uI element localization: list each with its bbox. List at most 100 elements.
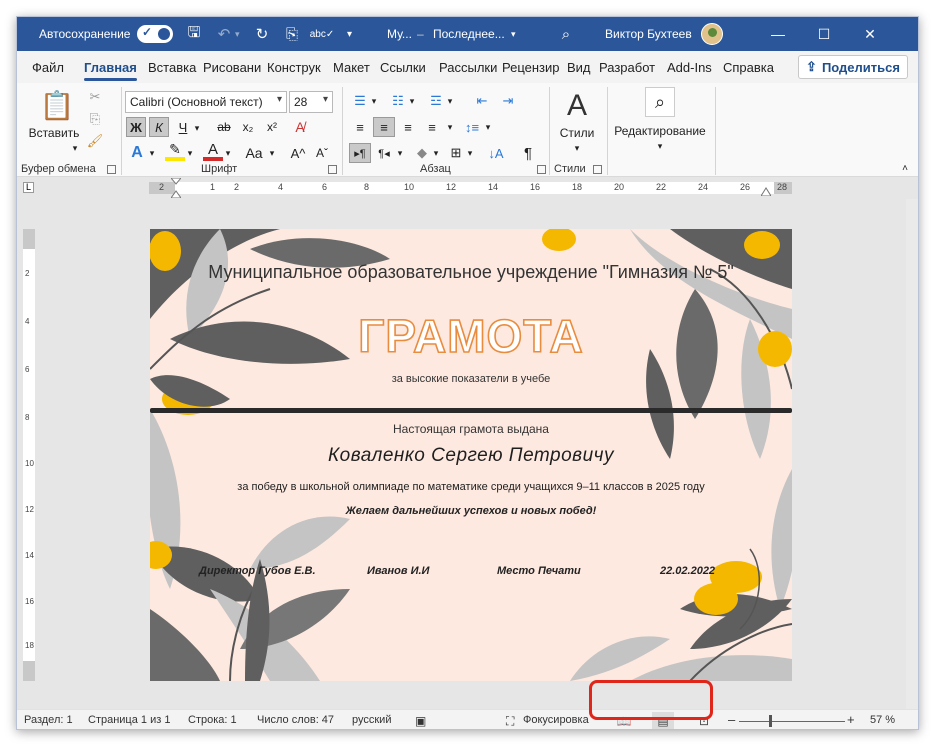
undo-dropdown[interactable]: ▾ bbox=[235, 17, 240, 51]
styles-label[interactable]: Стили bbox=[553, 125, 601, 141]
grow-font-button[interactable]: A^ bbox=[287, 143, 309, 163]
bullets-button[interactable]: ☰ bbox=[349, 91, 371, 111]
subscript-button[interactable]: x₂ bbox=[237, 117, 259, 137]
styles-group-label: Стили bbox=[554, 163, 586, 175]
undo-button[interactable]: ↶ bbox=[213, 17, 235, 51]
paste-label[interactable]: Вставить bbox=[23, 125, 85, 141]
format-painter-qat-button[interactable]: ⎘ bbox=[281, 17, 303, 51]
format-painter-button[interactable]: 🖌 bbox=[85, 131, 105, 151]
shrink-font-button[interactable]: Aˇ bbox=[311, 143, 333, 163]
font-size-combo[interactable]: 28 ▾ bbox=[289, 91, 333, 113]
check-icon: ✓ bbox=[142, 25, 153, 39]
word-window: Автосохранение ✓ 🖫 ↶ ▾ ↻ ⎘ abc✓ ▾ Му... … bbox=[16, 16, 919, 730]
language-status[interactable]: русский bbox=[352, 714, 391, 726]
accessibility-icon[interactable]: ▣ bbox=[415, 714, 426, 728]
save-location[interactable]: Последнее... bbox=[433, 17, 505, 51]
editing-button[interactable]: ⌕ bbox=[645, 87, 675, 117]
zoom-slider-thumb[interactable] bbox=[769, 715, 772, 727]
tab-review[interactable]: Рецензир bbox=[502, 60, 560, 75]
tab-insert[interactable]: Вставка bbox=[148, 60, 196, 75]
copy-button[interactable]: ⎘ bbox=[85, 109, 105, 129]
cut-button[interactable]: ✂ bbox=[85, 87, 105, 107]
close-button[interactable]: ✕ bbox=[847, 17, 893, 51]
search-button[interactable]: ⌕ bbox=[555, 17, 577, 51]
redo-button[interactable]: ↻ bbox=[251, 17, 273, 51]
section-status[interactable]: Раздел: 1 bbox=[24, 714, 73, 726]
multilevel-list-button[interactable]: ☲ bbox=[425, 91, 447, 111]
page-status[interactable]: Страница 1 из 1 bbox=[88, 714, 170, 726]
tab-design[interactable]: Конструк bbox=[267, 60, 321, 75]
justify-button[interactable]: ≡ bbox=[421, 117, 443, 137]
document-title[interactable]: Му... bbox=[387, 17, 412, 51]
styles-launcher[interactable] bbox=[593, 165, 602, 174]
italic-button[interactable]: К bbox=[149, 117, 169, 137]
font-name-combo[interactable]: Calibri (Основной текст) ▾ bbox=[125, 91, 287, 113]
ltr-button[interactable]: ▸¶ bbox=[349, 143, 371, 163]
borders-button[interactable]: ⊞ bbox=[445, 143, 467, 163]
numbering-button[interactable]: ☷ bbox=[387, 91, 409, 111]
styles-button[interactable]: A bbox=[559, 89, 595, 123]
vertical-scrollbar[interactable] bbox=[906, 199, 918, 709]
word-count[interactable]: Число слов: 47 bbox=[257, 714, 334, 726]
customize-qat-button[interactable]: ▾ bbox=[347, 17, 352, 51]
align-center-button[interactable]: ≡ bbox=[373, 117, 395, 137]
sort-button[interactable]: ↓A bbox=[485, 143, 507, 163]
shading-button[interactable]: ◆ bbox=[411, 143, 433, 163]
tab-layout[interactable]: Макет bbox=[333, 60, 370, 75]
tab-file[interactable]: Файл bbox=[32, 60, 64, 75]
right-indent-marker[interactable] bbox=[761, 186, 771, 196]
document-page[interactable]: Муниципальное образовательное учреждение… bbox=[150, 229, 792, 681]
show-marks-button[interactable]: ¶ bbox=[517, 143, 539, 163]
zoom-in-button[interactable]: + bbox=[847, 712, 855, 727]
superscript-button[interactable]: x² bbox=[261, 117, 283, 137]
tab-view[interactable]: Вид bbox=[567, 60, 591, 75]
maximize-button[interactable]: ☐ bbox=[801, 17, 847, 51]
line-status[interactable]: Строка: 1 bbox=[188, 714, 237, 726]
tab-developer[interactable]: Разработ bbox=[599, 60, 655, 75]
collapse-ribbon-button[interactable]: ˄ bbox=[897, 161, 913, 175]
strikethrough-button[interactable]: ab bbox=[213, 117, 235, 137]
tab-draw[interactable]: Рисовани bbox=[203, 60, 261, 75]
line-spacing-button[interactable]: ↕≡ bbox=[461, 117, 483, 137]
indent-marker[interactable] bbox=[171, 178, 181, 198]
share-button[interactable]: ⇪ Поделиться bbox=[798, 55, 908, 79]
clear-formatting-button[interactable]: A̸ bbox=[289, 117, 311, 137]
text-effects-button[interactable]: A bbox=[126, 143, 148, 163]
user-name[interactable]: Виктор Бухтеев bbox=[605, 17, 692, 51]
avatar bbox=[701, 23, 723, 45]
underline-button[interactable]: Ч bbox=[173, 117, 193, 137]
rtl-button[interactable]: ¶◂ bbox=[373, 143, 395, 163]
multilevel-list-icon: ☲ bbox=[430, 93, 442, 108]
save-button[interactable]: 🖫 bbox=[183, 17, 205, 51]
bold-button[interactable]: Ж bbox=[126, 117, 146, 137]
highlight-button[interactable]: ✎ bbox=[165, 141, 185, 161]
increase-indent-button[interactable]: ⇥ bbox=[497, 91, 519, 111]
vertical-ruler[interactable]: 2 4 6 8 10 12 14 16 18 bbox=[23, 229, 35, 681]
clipboard-launcher[interactable] bbox=[107, 165, 116, 174]
paragraph-launcher[interactable] bbox=[537, 165, 546, 174]
align-right-button[interactable]: ≡ bbox=[397, 117, 419, 137]
editing-label[interactable]: Редактирование bbox=[613, 123, 707, 139]
focus-mode-button[interactable]: Фокусировка bbox=[523, 714, 589, 726]
font-launcher[interactable] bbox=[328, 165, 337, 174]
horizontal-ruler[interactable]: 2 1 2 4 6 8 10 12 14 16 18 20 22 24 26 2… bbox=[149, 178, 792, 198]
align-left-button[interactable]: ≡ bbox=[349, 117, 371, 137]
tab-mailings[interactable]: Рассылки bbox=[439, 60, 497, 75]
paste-button[interactable]: 📋 bbox=[37, 87, 77, 123]
autosave-toggle[interactable]: ✓ bbox=[137, 17, 173, 51]
zoom-slider[interactable] bbox=[739, 721, 845, 722]
decrease-indent-button[interactable]: ⇤ bbox=[471, 91, 493, 111]
zoom-out-button[interactable]: – bbox=[728, 712, 735, 727]
spelling-button[interactable]: abc✓ bbox=[310, 17, 335, 51]
font-color-button[interactable]: A bbox=[203, 141, 223, 161]
tab-selector[interactable]: L bbox=[23, 182, 34, 193]
tab-references[interactable]: Ссылки bbox=[380, 60, 426, 75]
tab-add-ins[interactable]: Add-Ins bbox=[667, 60, 712, 75]
tab-help[interactable]: Справка bbox=[723, 60, 774, 75]
tab-home[interactable]: Главная bbox=[84, 60, 137, 81]
change-case-button[interactable]: Aa bbox=[241, 143, 267, 163]
chevron-down-icon: ▾ bbox=[194, 122, 200, 133]
minimize-button[interactable]: — bbox=[755, 17, 801, 51]
account-button[interactable] bbox=[701, 17, 723, 51]
zoom-percent[interactable]: 57 % bbox=[870, 714, 895, 726]
